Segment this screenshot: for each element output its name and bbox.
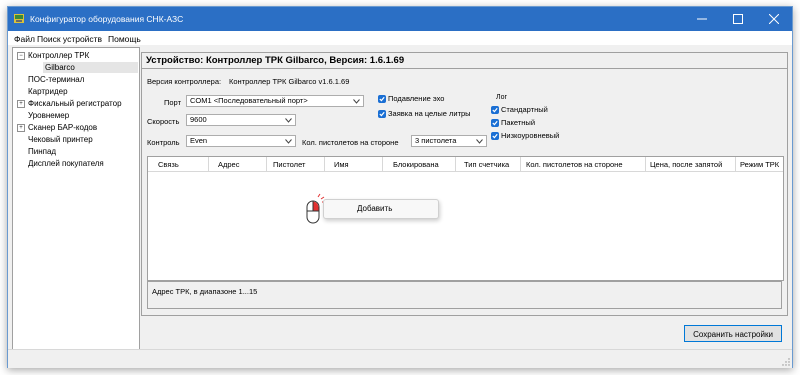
column-header-address[interactable]: Адрес bbox=[218, 160, 239, 169]
log-standard-label: Стандартный bbox=[501, 105, 548, 114]
table-header: Связь Адрес Пистолет Имя Блокирована Тип… bbox=[148, 157, 783, 172]
dispensers-table[interactable]: Связь Адрес Пистолет Имя Блокирована Тип… bbox=[147, 156, 784, 281]
port-select-value: COM1 <Последовательный порт> bbox=[190, 96, 308, 105]
app-icon bbox=[14, 14, 24, 23]
whole-liters-checkbox[interactable]: Заявка на целые литры bbox=[378, 109, 471, 118]
tree-item-label: Картридер bbox=[28, 87, 68, 96]
checkbox-checked-icon bbox=[491, 131, 499, 140]
device-settings-panel: Устройство: Контроллер ТРК Gilbarco, Вер… bbox=[141, 52, 788, 316]
title-bar[interactable]: Конфигуратор оборудования СНК-АЗС bbox=[8, 7, 792, 31]
tree-item-label: Уровнемер bbox=[28, 111, 70, 120]
expand-icon[interactable]: + bbox=[17, 124, 25, 132]
nozzles-select-value: 3 пистолета bbox=[415, 136, 457, 145]
control-select-value: Even bbox=[190, 136, 208, 145]
tree-item-fuel-controller[interactable]: − Контроллер ТРК bbox=[17, 50, 89, 61]
tree-item-pos-terminal[interactable]: ПОС-терминал bbox=[17, 74, 84, 85]
speed-select-value: 9600 bbox=[190, 115, 207, 124]
tree-item-gilbarco[interactable]: Gilbarco bbox=[43, 62, 138, 73]
expand-icon[interactable]: + bbox=[17, 100, 25, 108]
chevron-down-icon bbox=[285, 139, 292, 144]
tree-item-label: Дисплей покупателя bbox=[28, 159, 104, 168]
close-button[interactable] bbox=[756, 7, 792, 31]
column-header-blocked[interactable]: Блокирована bbox=[393, 160, 439, 169]
context-menu: Добавить bbox=[323, 199, 439, 219]
maximize-icon bbox=[733, 14, 743, 24]
nozzles-select[interactable]: 3 пистолета bbox=[411, 135, 487, 147]
tree-item-label: ПОС-терминал bbox=[28, 75, 85, 84]
version-value: Контроллер ТРК Gilbarco v1.6.1.69 bbox=[229, 77, 350, 86]
panel-divider bbox=[142, 68, 787, 69]
checkbox-checked-icon bbox=[378, 109, 386, 118]
echo-suppression-label: Подавление эхо bbox=[388, 94, 445, 103]
column-header-name[interactable]: Имя bbox=[334, 160, 349, 169]
checkbox-checked-icon bbox=[491, 118, 499, 127]
column-header-dispenser-mode[interactable]: Режим ТРК bbox=[740, 160, 779, 169]
tree-item-customer-display[interactable]: Дисплей покупателя bbox=[17, 158, 104, 169]
log-packet-label: Пакетный bbox=[501, 118, 536, 127]
speed-select[interactable]: 9600 bbox=[186, 114, 296, 126]
resize-grip-icon[interactable] bbox=[782, 358, 790, 366]
tree-item-receipt-printer[interactable]: Чековый принтер bbox=[17, 134, 93, 145]
tree-item-label: Пинпад bbox=[28, 147, 57, 156]
menu-help[interactable]: Помощь bbox=[108, 34, 141, 44]
tree-item-level-gauge[interactable]: Уровнемер bbox=[17, 110, 69, 121]
checkbox-checked-icon bbox=[491, 105, 499, 114]
panel-title: Устройство: Контроллер ТРК Gilbarco, Вер… bbox=[146, 55, 405, 66]
menu-file[interactable]: Файл bbox=[14, 34, 35, 44]
column-header-counter-type[interactable]: Тип счетчика bbox=[464, 160, 509, 169]
whole-liters-label: Заявка на целые литры bbox=[388, 109, 471, 118]
tree-item-barcode-scanner[interactable]: + Сканер БАР-кодов bbox=[17, 122, 97, 133]
app-window: Конфигуратор оборудования СНК-АЗС Файл П… bbox=[7, 6, 793, 368]
port-select[interactable]: COM1 <Последовательный порт> bbox=[186, 95, 364, 107]
port-label: Порт bbox=[164, 98, 182, 107]
tree-item-fiscal-registrar[interactable]: + Фискальный регистратор bbox=[17, 98, 122, 109]
tree-item-label: Gilbarco bbox=[45, 63, 75, 72]
chevron-down-icon bbox=[476, 139, 483, 144]
chevron-down-icon bbox=[353, 99, 360, 104]
maximize-button[interactable] bbox=[720, 7, 756, 31]
tree-item-card-reader[interactable]: Картридер bbox=[17, 86, 68, 97]
minimize-icon bbox=[697, 18, 707, 20]
collapse-icon[interactable]: − bbox=[17, 52, 25, 60]
control-label: Контроль bbox=[147, 138, 180, 147]
window-title: Конфигуратор оборудования СНК-АЗС bbox=[30, 14, 184, 24]
version-label: Версия контроллера: bbox=[147, 77, 222, 86]
column-header-price-decimals[interactable]: Цена, после запятой bbox=[650, 160, 722, 169]
log-lowlevel-label: Низкоуровневый bbox=[501, 131, 560, 140]
column-header-nozzles-per-side[interactable]: Кол. пистолетов на стороне bbox=[526, 160, 623, 169]
tree-item-label: Чековый принтер bbox=[28, 135, 93, 144]
column-header-nozzle[interactable]: Пистолет bbox=[273, 160, 305, 169]
menu-device-search[interactable]: Поиск устройств bbox=[37, 34, 102, 44]
checkbox-checked-icon bbox=[378, 94, 386, 103]
minimize-button[interactable] bbox=[684, 7, 720, 31]
log-packet-checkbox[interactable]: Пакетный bbox=[491, 118, 535, 127]
tree-item-pinpad[interactable]: Пинпад bbox=[17, 146, 56, 157]
save-settings-button[interactable]: Сохранить настройки bbox=[684, 325, 782, 342]
column-header-link[interactable]: Связь bbox=[158, 160, 179, 169]
log-standard-checkbox[interactable]: Стандартный bbox=[491, 105, 548, 114]
nozzles-label: Кол. пистолетов на стороне bbox=[302, 138, 399, 147]
control-select[interactable]: Even bbox=[186, 135, 296, 147]
echo-suppression-checkbox[interactable]: Подавление эхо bbox=[378, 94, 444, 103]
close-icon bbox=[769, 14, 779, 24]
context-menu-add[interactable]: Добавить bbox=[357, 204, 392, 213]
menu-bar: Файл Поиск устройств Помощь bbox=[8, 31, 792, 45]
status-bar bbox=[8, 349, 792, 368]
device-tree[interactable]: − Контроллер ТРК Gilbarco ПОС-терминал Ка… bbox=[12, 47, 140, 351]
tree-item-label: Контроллер ТРК bbox=[28, 51, 90, 60]
tree-item-label: Сканер БАР-кодов bbox=[28, 123, 98, 132]
chevron-down-icon bbox=[285, 118, 292, 123]
log-group-title: Лог bbox=[496, 94, 508, 101]
speed-label: Скорость bbox=[147, 117, 180, 126]
field-hint-text: Адрес ТРК, в диапазоне 1...15 bbox=[152, 287, 258, 296]
log-lowlevel-checkbox[interactable]: Низкоуровневый bbox=[491, 131, 559, 140]
field-hint-box: Адрес ТРК, в диапазоне 1...15 bbox=[147, 281, 782, 309]
tree-item-label: Фискальный регистратор bbox=[28, 99, 122, 108]
